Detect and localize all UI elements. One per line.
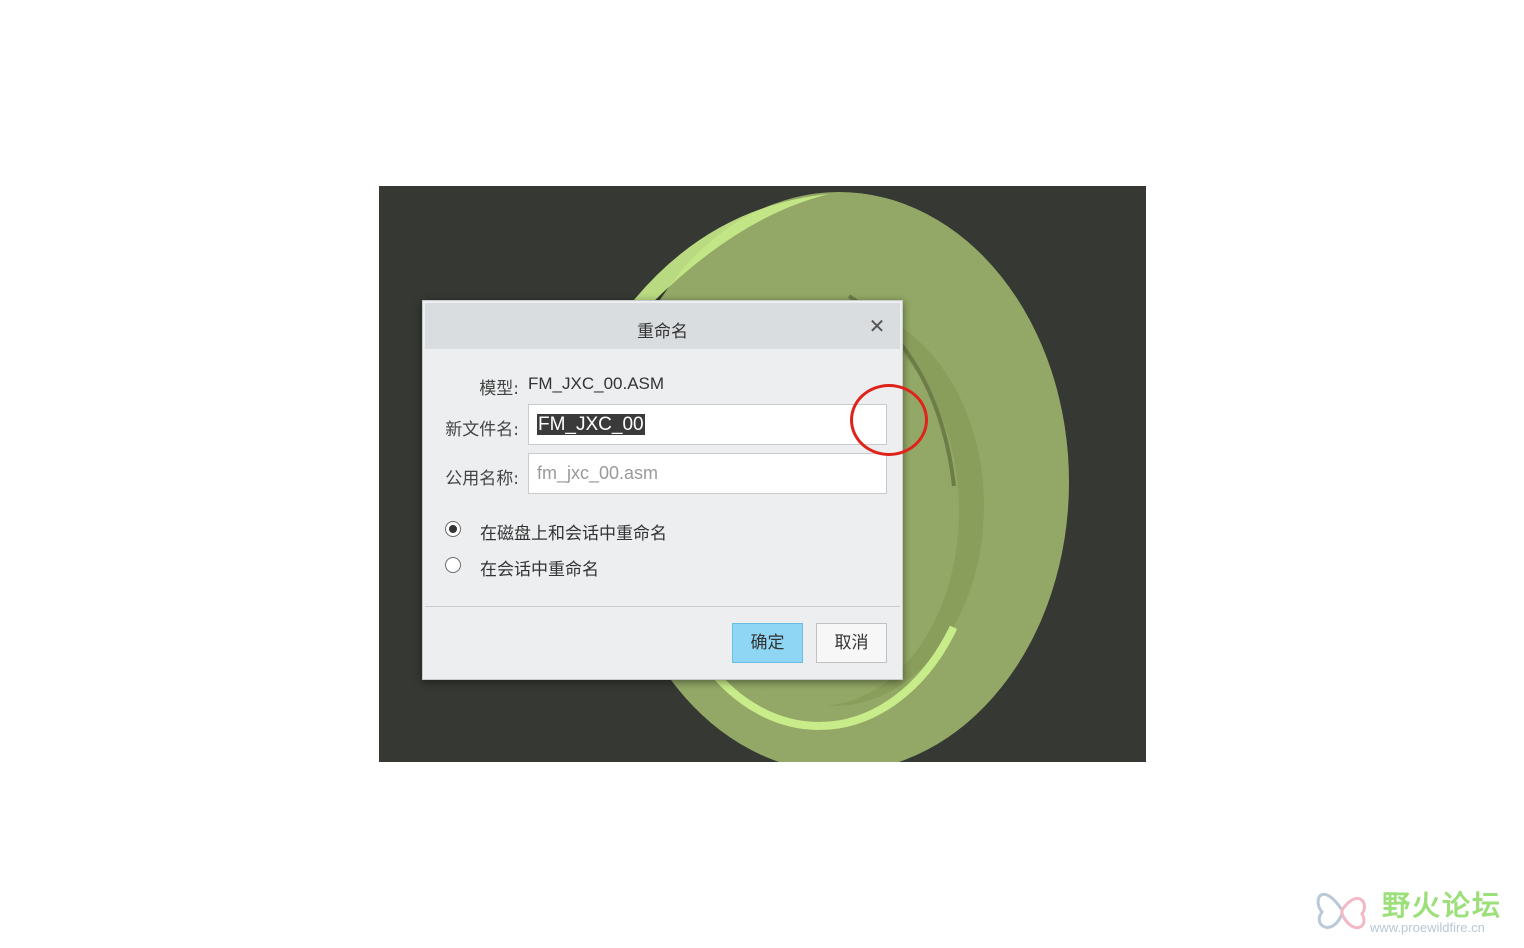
common-name-placeholder: fm_jxc_00.asm	[537, 463, 659, 483]
common-name-label: 公用名称:	[445, 469, 519, 489]
close-icon[interactable]: ✕	[866, 315, 888, 337]
watermark: 野火论坛 www.proewildfire.cn	[1312, 880, 1512, 940]
common-name-input[interactable]: fm_jxc_00.asm	[528, 453, 887, 494]
radio-button-unchecked[interactable]	[445, 557, 461, 573]
rename-dialog: 重命名 ✕ 模型: FM_JXC_00.ASM 新文件名: FM_JXC_00 …	[422, 300, 903, 680]
ok-button[interactable]: 确定	[732, 623, 803, 663]
divider	[425, 606, 900, 607]
butterfly-logo-icon	[1316, 893, 1366, 929]
dialog-header: 重命名 ✕	[425, 303, 900, 349]
watermark-url: www.proewildfire.cn	[1370, 920, 1485, 935]
dialog-title: 重命名	[637, 322, 688, 342]
new-filename-value: FM_JXC_00	[537, 414, 645, 435]
new-filename-label: 新文件名:	[445, 420, 519, 440]
screen: 重命名 ✕ 模型: FM_JXC_00.ASM 新文件名: FM_JXC_00 …	[0, 0, 1524, 948]
red-annotation-circle	[850, 384, 928, 456]
cancel-button[interactable]: 取消	[816, 623, 887, 663]
watermark-title: 野火论坛	[1382, 889, 1503, 922]
radio-label: 在会话中重命名	[480, 560, 599, 580]
radio-button-checked[interactable]	[445, 521, 461, 537]
radio-label: 在磁盘上和会话中重命名	[480, 524, 667, 544]
new-filename-input[interactable]: FM_JXC_00	[528, 404, 887, 445]
model-label: 模型:	[479, 379, 519, 399]
model-value: FM_JXC_00.ASM	[528, 374, 665, 393]
